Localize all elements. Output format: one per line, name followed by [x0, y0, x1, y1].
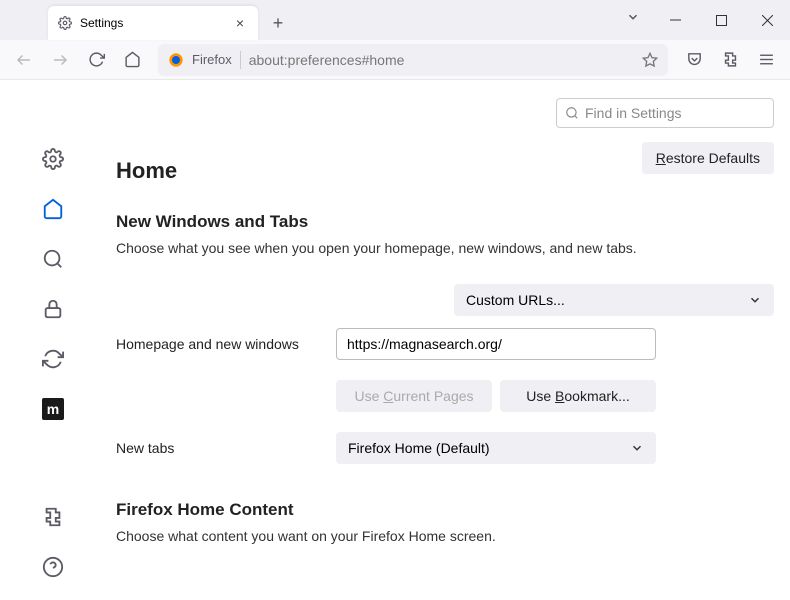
use-current-pages-button[interactable]: Use Current Pages [336, 380, 492, 412]
sidebar-item-more[interactable]: m [40, 396, 66, 422]
select-value: Custom URLs... [466, 292, 565, 308]
sidebar-item-privacy[interactable] [40, 296, 66, 322]
bookmark-star-icon[interactable] [642, 52, 658, 68]
section-desc-newwindows: Choose what you see when you open your h… [116, 240, 774, 256]
settings-main: Find in Settings Home Restore Defaults N… [88, 80, 790, 600]
newtabs-label: New tabs [116, 440, 336, 456]
window-controls [652, 0, 790, 40]
sidebar-item-home[interactable] [40, 196, 66, 222]
use-bookmark-button[interactable]: Use Bookmark... [500, 380, 656, 412]
navigation-toolbar: Firefox about:preferences#home [0, 40, 790, 80]
url-bar[interactable]: Firefox about:preferences#home [158, 44, 668, 76]
newtabs-select[interactable]: Firefox Home (Default) [336, 432, 656, 464]
settings-sidebar: m [0, 80, 88, 600]
tab-close-button[interactable]: × [232, 15, 248, 31]
settings-content: m Find in Settings Home Restore Defaults… [0, 80, 790, 600]
forward-button[interactable] [44, 44, 76, 76]
window-minimize-button[interactable] [652, 0, 698, 40]
section-title-newwindows: New Windows and Tabs [116, 212, 774, 232]
window-close-button[interactable] [744, 0, 790, 40]
sidebar-item-sync[interactable] [40, 346, 66, 372]
settings-search-input[interactable]: Find in Settings [556, 98, 774, 128]
reload-button[interactable] [80, 44, 112, 76]
sidebar-item-general[interactable] [40, 146, 66, 172]
window-titlebar: Settings × + [0, 0, 790, 40]
search-placeholder: Find in Settings [585, 105, 682, 121]
sidebar-item-extensions[interactable] [40, 504, 66, 530]
sidebar-item-help[interactable] [40, 554, 66, 580]
app-menu-button[interactable] [750, 44, 782, 76]
home-button[interactable] [116, 44, 148, 76]
section-desc-homecontent: Choose what content you want on your Fir… [116, 528, 774, 544]
homepage-url-input[interactable] [336, 328, 656, 360]
urlbar-divider [240, 51, 241, 69]
homepage-mode-select[interactable]: Custom URLs... [454, 284, 774, 316]
firefox-logo-icon [168, 52, 184, 68]
m-icon: m [42, 398, 64, 420]
restore-defaults-button[interactable]: Restore Defaults [642, 142, 774, 174]
chevron-down-icon [748, 293, 762, 307]
extensions-button[interactable] [714, 44, 746, 76]
section-title-homecontent: Firefox Home Content [116, 500, 774, 520]
search-icon [565, 106, 579, 120]
tab-title: Settings [80, 16, 123, 30]
url-text: about:preferences#home [249, 52, 405, 68]
new-tab-button[interactable]: + [264, 9, 292, 37]
tabs-dropdown-icon[interactable] [626, 10, 640, 24]
gear-icon [58, 16, 72, 30]
identity-label: Firefox [192, 52, 232, 67]
chevron-down-icon [630, 441, 644, 455]
back-button[interactable] [8, 44, 40, 76]
select-value: Firefox Home (Default) [348, 440, 490, 456]
pocket-button[interactable] [678, 44, 710, 76]
browser-tab[interactable]: Settings × [48, 6, 258, 40]
window-maximize-button[interactable] [698, 0, 744, 40]
sidebar-item-search[interactable] [40, 246, 66, 272]
homepage-label: Homepage and new windows [116, 336, 336, 352]
